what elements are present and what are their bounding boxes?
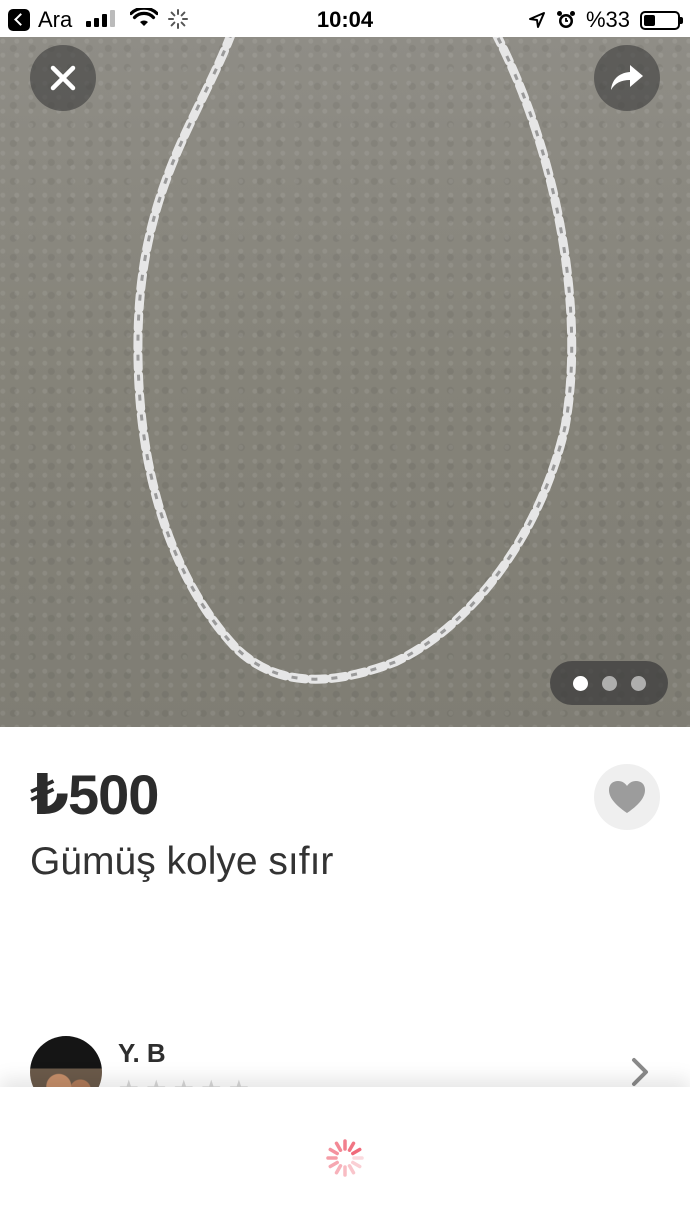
chevron-right-icon[interactable] (630, 1056, 650, 1088)
alarm-icon (556, 11, 575, 28)
seller-name: Y. B (118, 1038, 166, 1068)
pager-dot-2[interactable] (601, 675, 617, 691)
product-image-gallery[interactable] (0, 37, 690, 727)
battery-icon (640, 10, 683, 30)
loading-spinner-icon (326, 1139, 364, 1177)
gallery-pager[interactable] (550, 661, 668, 705)
close-icon (50, 65, 76, 91)
pager-dot-1[interactable] (572, 675, 588, 691)
battery-percent: %33 (585, 7, 630, 32)
heart-icon (609, 781, 645, 813)
close-button[interactable] (30, 45, 96, 111)
bottom-action-bar (0, 1087, 690, 1227)
listing-title: Gümüş kolye sıfır (30, 840, 334, 883)
pager-dot-3[interactable] (630, 675, 646, 691)
silver-chain-necklace-photo (133, 37, 577, 684)
status-bar: Ara 10:04 %33 (0, 0, 690, 37)
status-right-group: %33 (528, 7, 683, 33)
favorite-button[interactable] (594, 764, 660, 830)
share-button[interactable] (594, 45, 660, 111)
share-icon (611, 65, 643, 90)
location-arrow-icon (528, 12, 545, 28)
seller-row[interactable]: Y. B ★ ★ ★ ★ ★ (0, 1030, 690, 1108)
listing-price: ₺500 (30, 763, 159, 826)
